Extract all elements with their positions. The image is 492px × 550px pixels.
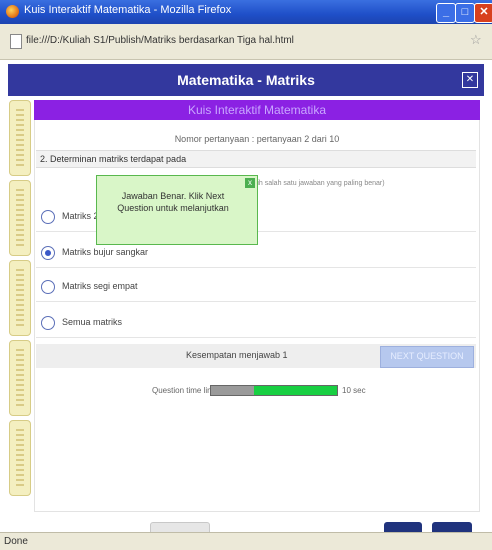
- page-icon: [10, 34, 22, 49]
- app-header: Matematika - Matriks ✕: [8, 64, 484, 96]
- window-titlebar: Kuis Interaktif Matematika - Mozilla Fir…: [0, 0, 492, 24]
- radio-button[interactable]: [41, 280, 55, 294]
- quiz-footer: Kesempatan menjawab 1 NEXT QUESTION: [36, 344, 476, 368]
- option-label: Semua matriks: [62, 317, 123, 327]
- side-tab-4[interactable]: [9, 340, 31, 416]
- header-close-button[interactable]: ✕: [462, 72, 478, 88]
- firefox-icon: [6, 5, 19, 18]
- side-tab-label: [16, 109, 24, 167]
- side-tab-label: [16, 349, 24, 407]
- timer-progress-fill: [253, 386, 337, 395]
- close-icon[interactable]: x: [245, 178, 255, 188]
- answer-option-4[interactable]: Semua matriks: [36, 310, 476, 338]
- quiz-banner: Kuis Interaktif Matematika: [34, 100, 480, 120]
- side-tab-label: [16, 269, 24, 327]
- window-title: Kuis Interaktif Matematika - Mozilla Fir…: [24, 4, 232, 16]
- address-bar: file:///D:/Kuliah S1/Publish/Matriks ber…: [0, 24, 492, 60]
- side-tab-5[interactable]: [9, 420, 31, 496]
- maximize-button[interactable]: □: [455, 3, 475, 23]
- star-icon[interactable]: ☆: [470, 32, 482, 48]
- timer-progress-bar: [210, 385, 338, 396]
- side-tab-3[interactable]: [9, 260, 31, 336]
- radio-button[interactable]: [41, 210, 55, 224]
- status-bar: Done: [0, 532, 492, 550]
- timer-label: Question time limit: [152, 386, 218, 395]
- side-tab-label: [16, 189, 24, 247]
- url-field[interactable]: file:///D:/Kuliah S1/Publish/Matriks ber…: [26, 32, 466, 50]
- app-title: Matematika - Matriks: [177, 72, 315, 88]
- next-question-button[interactable]: NEXT QUESTION: [380, 346, 474, 368]
- minimize-button[interactable]: _: [436, 3, 456, 23]
- radio-button[interactable]: [41, 316, 55, 330]
- side-tab-1[interactable]: [9, 100, 31, 176]
- option-label: Matriks segi empat: [62, 281, 138, 291]
- side-tab-2[interactable]: [9, 180, 31, 256]
- answer-option-3[interactable]: Matriks segi empat: [36, 274, 476, 302]
- question-hint: (pilih salah satu jawaban yang paling be…: [248, 180, 385, 187]
- question-text: 2. Determinan matriks terdapat pada: [36, 150, 476, 168]
- close-window-button[interactable]: ✕: [474, 3, 492, 23]
- side-tab-label: [16, 429, 24, 487]
- option-label: Matriks bujur sangkar: [62, 247, 149, 257]
- radio-button-selected[interactable]: [41, 246, 55, 260]
- timer-seconds: 10 sec: [342, 386, 366, 395]
- attempts-text: Kesempatan menjawab 1: [186, 350, 288, 360]
- feedback-tooltip: Jawaban Benar. Klik Next Question untuk …: [96, 175, 258, 245]
- feedback-text: Jawaban Benar. Klik Next Question untuk …: [117, 191, 229, 213]
- question-counter: Nomor pertanyaan : pertanyaan 2 dari 10: [174, 134, 340, 144]
